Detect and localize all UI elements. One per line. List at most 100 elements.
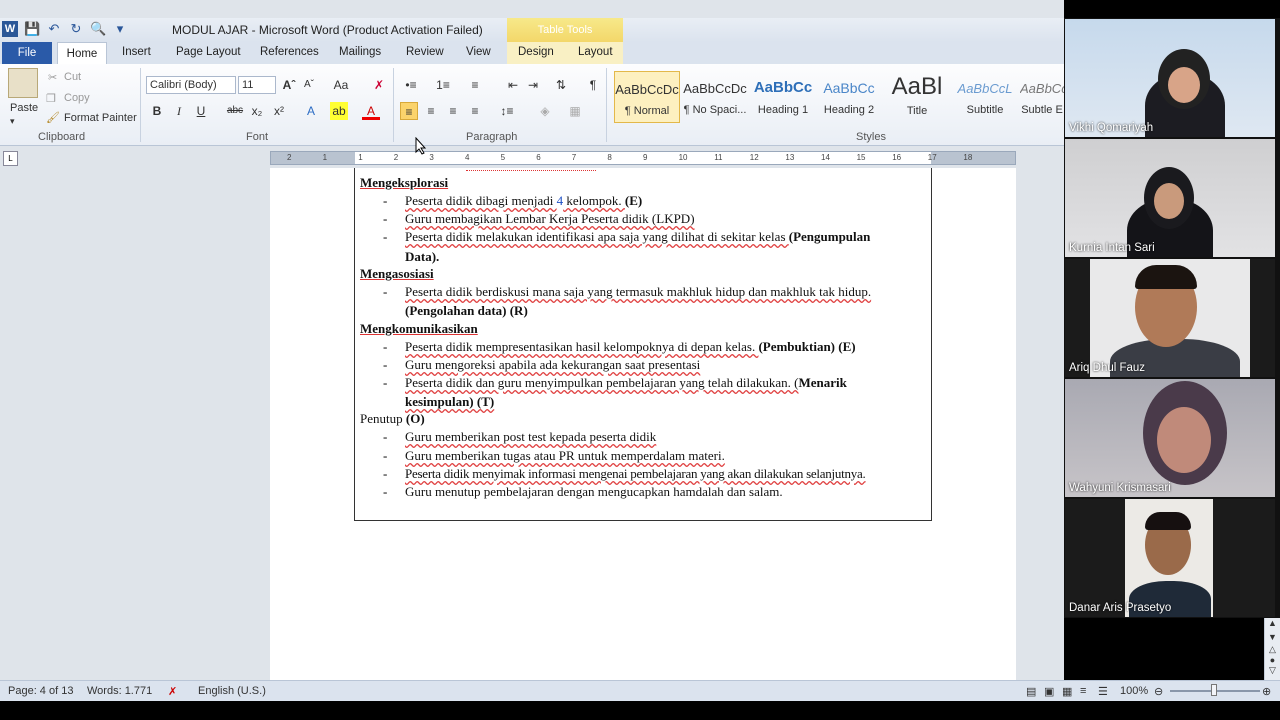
borders-icon[interactable]: ▦	[566, 102, 584, 120]
outline-icon[interactable]: ≡	[1080, 685, 1086, 697]
align-right-icon[interactable]: ≡	[444, 102, 462, 120]
format-painter-icon: 🖌	[46, 112, 60, 124]
spell-mark	[466, 168, 596, 171]
ruler-number: 1	[358, 153, 363, 162]
customize-qat-icon[interactable]: ▾	[112, 21, 128, 37]
print-preview-icon[interactable]: 🔍	[90, 21, 106, 37]
cut-button[interactable]: Cut	[64, 71, 81, 83]
tab-selector[interactable]: L	[3, 151, 18, 166]
align-center-icon[interactable]: ≡	[422, 102, 440, 120]
ruler-number: 2	[287, 153, 292, 162]
style-title[interactable]: AaBl Title	[884, 71, 950, 123]
proofing-icon[interactable]: ✗	[168, 685, 177, 698]
subscript-icon[interactable]: x₂	[248, 102, 266, 120]
print-layout-icon[interactable]: ▤	[1026, 685, 1036, 698]
page-count[interactable]: Page: 4 of 13	[8, 685, 73, 697]
underline-icon[interactable]: U	[192, 102, 210, 120]
tab-review[interactable]: Review	[406, 46, 444, 58]
style-subtitle[interactable]: AaBbCcL Subtitle	[952, 71, 1018, 123]
show-formatting-icon[interactable]: ¶	[584, 76, 602, 94]
shading-icon[interactable]: ◈	[536, 102, 554, 120]
ribbon-tabs: File Home Insert Page Layout References …	[0, 42, 1064, 65]
document-page[interactable]: Mengeksplorasi - Peserta didik dibagi me…	[270, 168, 1016, 680]
save-icon[interactable]: 💾	[24, 21, 40, 37]
multilevel-list-icon[interactable]: ≡	[466, 76, 484, 94]
full-screen-reading-icon[interactable]: ▣	[1044, 685, 1054, 698]
zoom-level[interactable]: 100%	[1120, 685, 1148, 697]
participant-tile[interactable]: Kurnia Intan Sari	[1065, 139, 1275, 257]
change-case-icon[interactable]: Aa	[332, 76, 350, 94]
prev-page-icon[interactable]: △	[1265, 644, 1280, 655]
participant-tile[interactable]: Wahyuni Krismasari	[1065, 379, 1275, 497]
draft-icon[interactable]: ☰	[1098, 685, 1108, 698]
participant-tile[interactable]: Danar Aris Prasetyo	[1065, 499, 1275, 617]
strikethrough-icon[interactable]: abc	[226, 102, 244, 120]
decrease-indent-icon[interactable]: ⇤	[504, 76, 522, 94]
word-logo-icon[interactable]: W	[2, 21, 18, 37]
paragraph-group-label: Paragraph	[466, 131, 518, 143]
tab-home[interactable]: Home	[57, 42, 107, 65]
ruler-number: 9	[643, 153, 648, 162]
sort-icon[interactable]: ⇅	[552, 76, 570, 94]
word-count[interactable]: Words: 1.771	[87, 685, 152, 697]
font-size-combo[interactable]: 11	[238, 76, 276, 94]
numbering-icon[interactable]: 1≡	[434, 76, 452, 94]
heading-mengeksplorasi: Mengeksplorasi	[360, 175, 449, 190]
highlight-icon[interactable]: ab	[330, 102, 348, 120]
tab-file[interactable]: File	[2, 42, 52, 64]
tab-insert[interactable]: Insert	[122, 46, 151, 58]
list-item-continuation: (Pengolahan data) (R)	[405, 303, 528, 318]
undo-icon[interactable]: ↶	[46, 21, 62, 37]
style-subtle-emphasis[interactable]: AaBbCc Subtle E	[1020, 71, 1064, 123]
paste-button[interactable]: Paste	[10, 102, 38, 114]
clear-formatting-icon[interactable]: ✗	[370, 76, 388, 94]
next-page-icon[interactable]: ▽	[1265, 665, 1280, 676]
participant-tile[interactable]: Ariq Dhul Fauz	[1065, 259, 1275, 377]
align-left-icon[interactable]: ≡	[400, 102, 418, 120]
grow-font-icon[interactable]: Aˆ	[280, 76, 298, 94]
bullets-icon[interactable]: •≡	[402, 76, 420, 94]
list-item: Guru memberikan post test kepada peserta…	[405, 429, 657, 444]
language-indicator[interactable]: English (U.S.)	[198, 685, 266, 697]
zoom-slider-thumb[interactable]	[1211, 684, 1217, 696]
line-spacing-icon[interactable]: ↕≡	[498, 102, 516, 120]
superscript-icon[interactable]: x²	[270, 102, 288, 120]
web-layout-icon[interactable]: ▦	[1062, 685, 1072, 698]
style-name: Subtitle	[966, 104, 1004, 116]
style-heading-1[interactable]: AaBbCc Heading 1	[750, 71, 816, 123]
paste-dropdown-icon[interactable]: ▾	[10, 116, 15, 127]
horizontal-ruler[interactable]: 2 1 1 2 3 4 5 6 7 8 9 10 11 12 13 14 15 16 17 18	[270, 151, 1016, 165]
tab-design[interactable]: Design	[518, 46, 554, 58]
ruler-number: 5	[500, 153, 506, 162]
font-color-icon[interactable]: A	[362, 102, 380, 120]
zoom-out-icon[interactable]: ⊖	[1154, 685, 1163, 698]
scroll-down-icon[interactable]: ▼	[1265, 632, 1280, 642]
font-name-combo[interactable]: Calibri (Body)	[146, 76, 236, 94]
increase-indent-icon[interactable]: ⇥	[524, 76, 542, 94]
copy-button[interactable]: Copy	[64, 92, 90, 104]
shrink-font-icon[interactable]: Aˇ	[300, 76, 318, 94]
tab-page-layout[interactable]: Page Layout	[176, 46, 241, 58]
tab-layout[interactable]: Layout	[578, 46, 613, 58]
tab-mailings[interactable]: Mailings	[339, 46, 381, 58]
style-preview: AaBbCcL	[957, 81, 1013, 96]
scroll-up-icon[interactable]: ▲	[1265, 618, 1280, 628]
ruler-number: 8	[607, 153, 612, 162]
justify-icon[interactable]: ≡	[466, 102, 484, 120]
format-painter-button[interactable]: Format Painter	[64, 112, 137, 124]
style-name: Title	[906, 105, 928, 117]
style-normal[interactable]: AaBbCcDc ¶ Normal	[614, 71, 680, 123]
participant-tile[interactable]: Vikhi Qomariyah	[1065, 19, 1275, 137]
style-heading-2[interactable]: AaBbCc Heading 2	[816, 71, 882, 123]
redo-icon[interactable]: ↻	[68, 21, 84, 37]
italic-icon[interactable]: I	[170, 102, 188, 120]
tab-references[interactable]: References	[260, 46, 319, 58]
bold-icon[interactable]: B	[148, 102, 166, 120]
style-no-spacing[interactable]: AaBbCcDc ¶ No Spaci...	[682, 71, 748, 123]
zoom-in-icon[interactable]: ⊕	[1262, 685, 1271, 698]
text-effects-icon[interactable]: A	[302, 102, 320, 120]
vertical-scrollbar[interactable]: ▲ ▼ △ ● ▽	[1264, 618, 1280, 680]
heading-penutup: Penutup (O)	[360, 411, 425, 427]
tab-view[interactable]: View	[466, 46, 491, 58]
browse-object-icon[interactable]: ●	[1265, 655, 1280, 665]
